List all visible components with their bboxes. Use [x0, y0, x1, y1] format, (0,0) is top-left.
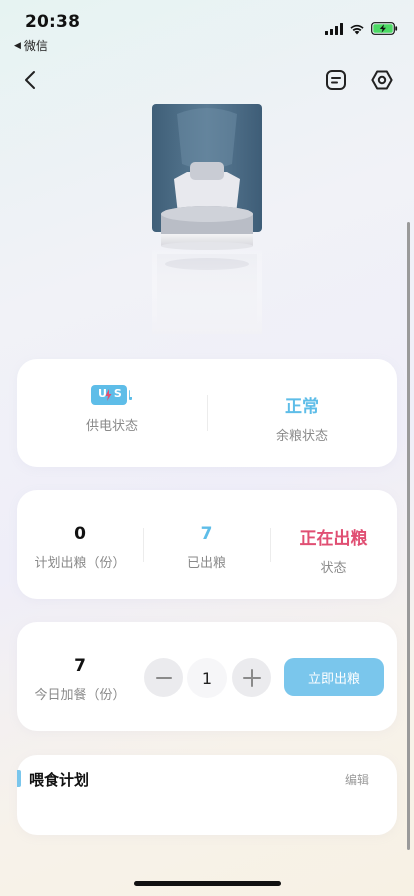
minus-icon [155, 676, 172, 679]
system-icons [325, 22, 398, 35]
food-status-value: 正常 [285, 397, 319, 417]
feed-now-button[interactable]: 立即出粮 [284, 658, 384, 696]
state-label: 状态 [320, 561, 347, 576]
increase-button[interactable] [232, 658, 271, 697]
dispensed-value: 7 [200, 524, 213, 544]
chevron-left-icon [25, 71, 35, 89]
power-status: USB 供电状态 [17, 385, 207, 434]
food-status: 正常 余粮状态 [207, 392, 397, 444]
planned-value: 0 [74, 524, 86, 544]
back-to-app-link[interactable]: ◀ 微信 [14, 37, 48, 54]
device-image [152, 104, 262, 334]
gear-icon [371, 70, 393, 90]
battery-charging-icon [371, 22, 398, 35]
wifi-icon [350, 24, 364, 34]
state-value: 正在出粮 [299, 529, 368, 549]
signal-icon [325, 22, 343, 35]
feeding-plan-title: 喂食计划 [29, 771, 90, 789]
home-indicator[interactable] [134, 881, 281, 886]
document-icon [326, 70, 346, 90]
settings-button[interactable] [368, 66, 396, 94]
planned-label: 计划出粮（份） [34, 556, 126, 571]
back-triangle-icon: ◀ [14, 40, 21, 51]
records-button[interactable] [322, 66, 350, 94]
decrease-button[interactable] [144, 658, 183, 697]
usb-power-icon: USB [91, 385, 145, 405]
dispensed-label: 已出粮 [186, 556, 226, 571]
pet-feeder-illustration [152, 104, 262, 334]
edit-plan-button[interactable]: 编辑 [345, 771, 369, 788]
status-time: 20:38 [25, 12, 81, 32]
device-status-card: USB 供电状态 正常 余粮状态 [17, 359, 397, 467]
usb-badge-text: USB [98, 387, 145, 400]
power-status-label: 供电状态 [85, 419, 138, 434]
today-extra-stat: 7 今日加餐（份） [17, 656, 143, 703]
dispensed-stat: 7 已出粮 [143, 524, 270, 571]
today-extra-value: 7 [74, 656, 86, 676]
nav-actions [322, 66, 396, 94]
planned-stat: 0 计划出粮（份） [17, 524, 143, 571]
quantity-value[interactable]: 1 [187, 658, 227, 698]
extra-meal-card: 7 今日加餐（份） 1 立即出粮 [17, 622, 397, 731]
state-stat: 正在出粮 状态 [270, 524, 397, 576]
back-app-label: 微信 [23, 39, 48, 53]
plus-icon [242, 668, 261, 687]
status-bar: 20:38 ◀ 微信 [0, 0, 414, 56]
dispense-stats-card: 0 计划出粮（份） 7 已出粮 正在出粮 状态 [17, 490, 397, 599]
feeding-plan-card: 喂食计划 编辑 [17, 755, 397, 835]
food-status-label: 余粮状态 [275, 429, 328, 444]
back-button[interactable] [16, 66, 44, 94]
section-accent-bar [17, 770, 21, 787]
today-extra-label: 今日加餐（份） [34, 688, 126, 703]
scrollbar[interactable] [407, 222, 410, 850]
